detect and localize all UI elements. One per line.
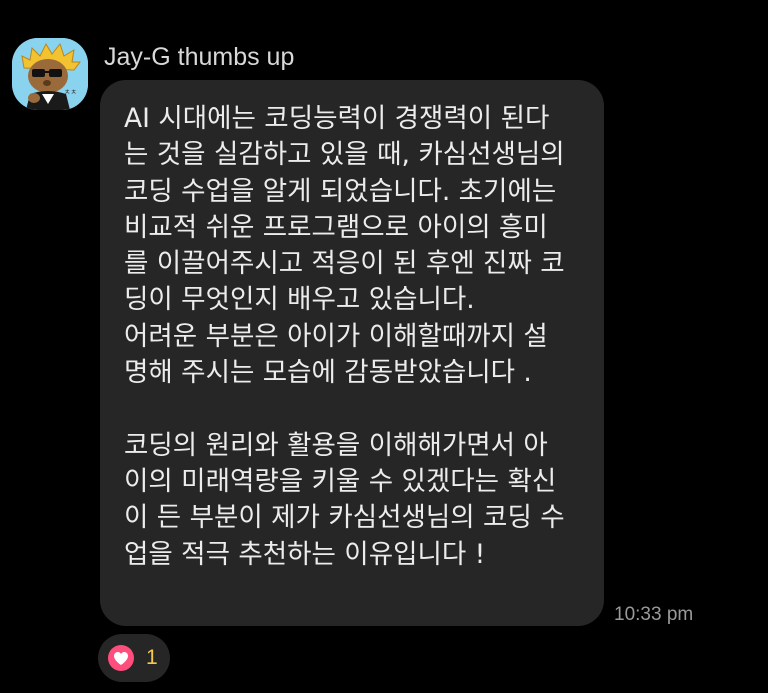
reaction-count: 1 — [146, 646, 158, 669]
heart-badge — [108, 645, 134, 671]
sender-avatar[interactable]: ㅊㅊ — [12, 38, 88, 110]
message-text: AI 시대에는 코딩능력이 경쟁력이 된다 는 것을 실감하고 있을 때, 카심… — [124, 103, 565, 570]
reaction-chip[interactable]: 1 — [98, 634, 170, 682]
chat-screen: ㅊㅊ Jay-G thumbs up AI 시대에는 코딩능력이 경쟁력이 된다… — [0, 0, 768, 693]
sender-name: Jay-G thumbs up — [104, 43, 295, 71]
message-timestamp: 10:33 pm — [614, 604, 694, 625]
message-bubble[interactable]: AI 시대에는 코딩능력이 경쟁력이 된다 는 것을 실감하고 있을 때, 카심… — [100, 80, 604, 626]
svg-text:ㅊㅊ: ㅊㅊ — [64, 88, 77, 96]
cartoon-avatar-icon: ㅊㅊ — [12, 38, 88, 110]
heart-icon — [114, 651, 128, 665]
